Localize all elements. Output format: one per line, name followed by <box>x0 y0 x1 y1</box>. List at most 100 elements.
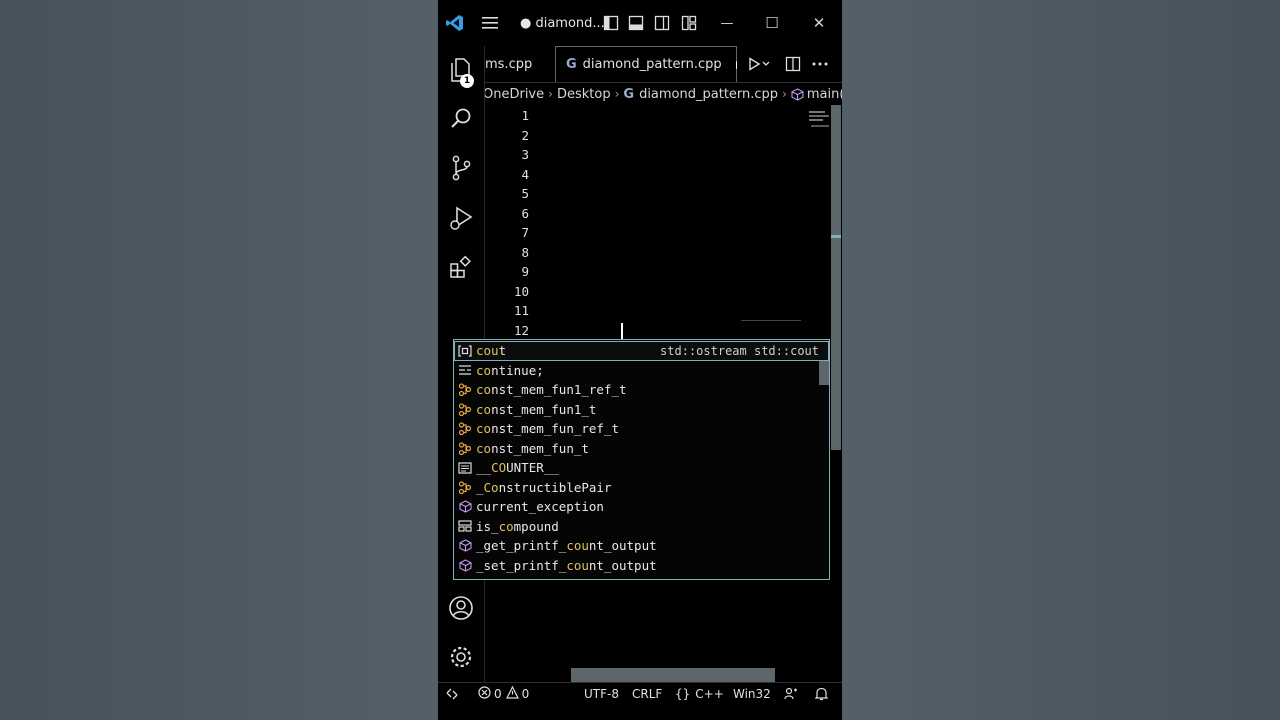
text-cursor <box>621 323 623 339</box>
search-icon[interactable] <box>438 99 484 139</box>
line-number: 7 <box>521 225 529 240</box>
label-fragment: co <box>476 421 492 437</box>
label-fragment: nst_mem_fun1_ref_t <box>491 382 627 398</box>
label-fragment: nt_output <box>588 557 657 573</box>
platform-indicator[interactable]: Win32 <box>733 683 771 705</box>
line-number: 9 <box>521 264 529 279</box>
suggestion-label: const_mem_fun1_t <box>476 402 596 417</box>
breadcrumb: OneDrive › Desktop › G diamond_pattern.c… <box>485 83 842 105</box>
maximize-button[interactable]: ☐ <box>761 0 783 46</box>
breadcrumb-onedrive[interactable]: OneDrive <box>485 87 544 102</box>
chevron-right-icon: › <box>614 87 620 101</box>
suggestion-item[interactable]: continue; <box>454 361 829 381</box>
cube-symbol-icon <box>791 87 804 101</box>
breadcrumb-desktop[interactable]: Desktop <box>557 87 611 102</box>
suggestion-item[interactable]: __COUNTER__ <box>454 458 829 478</box>
line-number: 3 <box>521 147 529 162</box>
run-code-button[interactable] <box>743 46 775 82</box>
snippet-icon <box>454 361 476 380</box>
line-number: 4 <box>521 166 529 182</box>
label-fragment: _set_printf_ <box>476 557 567 573</box>
account-icon[interactable] <box>438 588 484 628</box>
label-fragment: nst_mem_fun_t <box>491 440 589 456</box>
notifications-bell-icon[interactable] <box>815 683 828 705</box>
class-icon <box>454 439 476 458</box>
breadcrumb-symbol[interactable]: main() <box>807 87 842 102</box>
label-fragment: UNTER__ <box>506 460 559 476</box>
suggestion-item[interactable]: const_mem_fun1_ref_t <box>454 380 829 400</box>
error-count: 0 <box>494 687 502 701</box>
breadcrumb-file[interactable]: diamond_pattern.cpp <box>639 87 778 102</box>
suggestion-item[interactable]: current_exception <box>454 497 829 517</box>
eol-indicator[interactable]: CRLF <box>632 683 662 705</box>
variable-icon <box>454 341 476 360</box>
struct-icon <box>454 517 476 536</box>
problems-indicator[interactable]: 0 0 <box>478 683 529 705</box>
label-fragment: nstructiblePair <box>498 479 612 495</box>
label-fragment: co <box>476 362 492 378</box>
label-fragment: co <box>498 518 514 534</box>
line-number: 6 <box>521 205 529 221</box>
line-number: 10 <box>513 283 529 299</box>
close-button[interactable]: ✕ <box>808 0 830 46</box>
suggestion-item[interactable]: const_mem_fun_t <box>454 439 829 459</box>
extensions-icon[interactable] <box>438 247 484 287</box>
run-and-debug-icon[interactable] <box>438 198 484 238</box>
suggestion-detail: std::ostream std::cout <box>660 343 819 358</box>
method-icon <box>454 556 476 575</box>
suggestion-label: const_mem_fun1_ref_t <box>476 382 627 397</box>
suggestion-label: _ConstructiblePair <box>476 480 611 495</box>
label-fragment: co <box>476 401 492 417</box>
suggest-widget: cout std::ostream std::cout continue; const… <box>453 339 830 580</box>
line-number: 1 <box>521 108 529 123</box>
label-fragment: t <box>498 343 507 359</box>
toggle-panel-icon[interactable] <box>625 0 647 46</box>
suggestion-item[interactable]: _set_printf_count_output <box>454 556 829 576</box>
language-mode[interactable]: {} C++ <box>675 683 724 705</box>
label-fragment: CO <box>491 460 507 476</box>
horizontal-scrollbar-thumb[interactable] <box>571 668 775 682</box>
cpp-file-icon: G <box>623 86 635 102</box>
toggle-primary-sidebar-icon[interactable] <box>600 0 622 46</box>
label-fragment: Co <box>483 479 499 495</box>
class-icon <box>454 419 476 438</box>
vertical-scrollbar-thumb[interactable] <box>831 105 841 450</box>
suggestion-item[interactable]: _get_printf_count_output <box>454 536 829 556</box>
line-number: 12 <box>513 322 529 338</box>
tab-diamond-pattern-cpp[interactable]: G diamond_pattern.cpp <box>555 46 737 82</box>
chevron-right-icon: › <box>548 87 553 101</box>
split-editor-icon[interactable] <box>782 46 804 82</box>
label-fragment: _get_printf_ <box>476 538 567 554</box>
manage-gear-icon[interactable] <box>438 637 484 677</box>
menu-icon[interactable] <box>478 0 502 46</box>
suggestion-item[interactable]: is_compound <box>454 517 829 537</box>
feedback-icon[interactable] <box>784 683 798 705</box>
more-actions-icon[interactable] <box>809 46 831 82</box>
remote-icon[interactable] <box>446 683 458 705</box>
suggestion-label: is_compound <box>476 519 559 534</box>
warning-count: 0 <box>521 687 530 701</box>
warning-icon <box>505 685 519 702</box>
tab-ms-cpp[interactable]: ms.cpp <box>485 46 555 82</box>
suggestion-item[interactable]: cout std::ostream std::cout <box>454 341 829 361</box>
encoding-indicator[interactable]: UTF-8 <box>584 683 619 705</box>
suggestion-label: _get_printf_count_output <box>476 538 657 553</box>
explorer-icon[interactable]: 1 <box>438 50 484 90</box>
label-fragment: cou <box>476 343 499 359</box>
window-title: ● diamond... <box>520 15 605 31</box>
customize-layout-icon[interactable] <box>678 0 700 46</box>
suggestion-item[interactable]: _ConstructiblePair <box>454 478 829 498</box>
error-icon <box>478 686 491 702</box>
label-fragment: cou <box>566 538 589 554</box>
label-fragment: cou <box>566 557 589 573</box>
minimize-button[interactable]: — <box>716 0 738 46</box>
suggestion-item[interactable]: const_mem_fun1_t <box>454 400 829 420</box>
source-control-icon[interactable] <box>438 148 484 188</box>
line-number: 8 <box>521 244 529 260</box>
suggestion-item[interactable]: const_mem_fun_ref_t <box>454 419 829 439</box>
status-bar: 0 0 UTF-8 CRLF {} C++ Win32 <box>438 682 842 705</box>
editor-tab-bar: ms.cpp G diamond_pattern.cpp <box>485 46 842 83</box>
toggle-secondary-sidebar-icon[interactable] <box>651 0 673 46</box>
scrollbar-marker <box>831 235 841 238</box>
cpp-file-icon: G <box>566 57 577 72</box>
